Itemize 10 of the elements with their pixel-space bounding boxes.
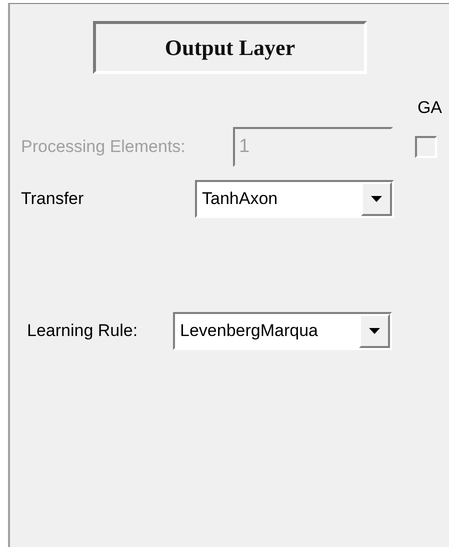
learning-rule-label: Learning Rule: bbox=[27, 321, 139, 341]
ga-label: GA bbox=[417, 98, 442, 119]
caret-icon bbox=[369, 328, 380, 334]
processing-elements-label: Processing Elements: bbox=[21, 137, 186, 157]
transfer-label: Transfer bbox=[21, 189, 85, 209]
transfer-dropdown[interactable]: TanhAxon bbox=[195, 180, 394, 218]
caret-icon bbox=[371, 196, 382, 202]
section-title: Output Layer bbox=[93, 21, 367, 74]
learning-rule-dropdown[interactable]: LevenbergMarqua bbox=[173, 312, 392, 350]
ga-checkbox[interactable] bbox=[415, 136, 437, 158]
